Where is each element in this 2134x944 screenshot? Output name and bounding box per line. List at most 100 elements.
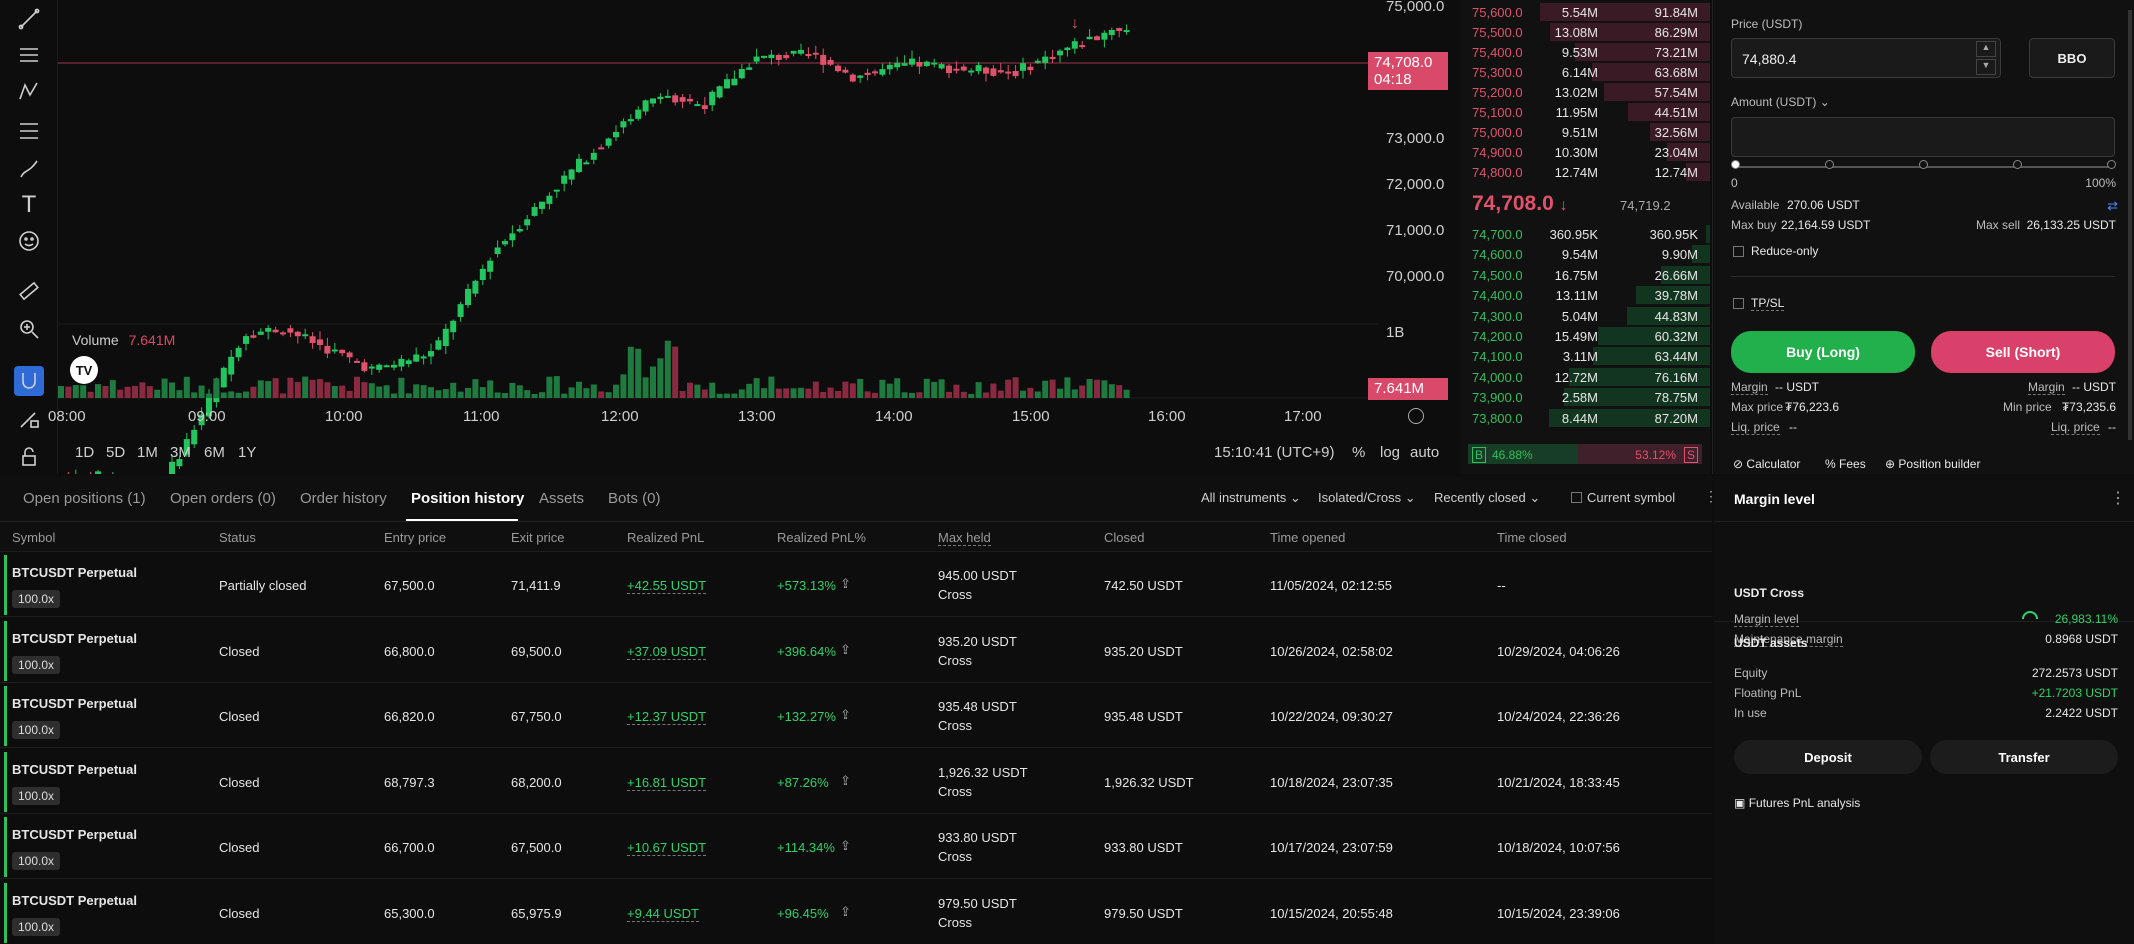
- bid-row[interactable]: 73,800.0 8.44M 87.20M: [1460, 408, 1710, 428]
- tab-open-positions[interactable]: Open positions (1): [23, 490, 146, 507]
- bid-row[interactable]: 74,500.0 16.75M 26.66M: [1460, 265, 1710, 285]
- position-builder-link[interactable]: ⊕ Position builder: [1885, 457, 1980, 471]
- chart-canvas[interactable]: ↓: [58, 0, 1448, 474]
- price-chart[interactable]: ↓ 75,000.0 73,000.0 72,000.0 71,000.0 70…: [48, 0, 1448, 474]
- share-icon[interactable]: ⇪: [840, 642, 851, 658]
- tab-position-history[interactable]: Position history: [411, 490, 524, 507]
- ask-row[interactable]: 75,100.0 11.95M 44.51M: [1460, 102, 1710, 122]
- log-scale-toggle[interactable]: log: [1380, 444, 1400, 461]
- bid-row[interactable]: 74,200.0 15.49M 60.32M: [1460, 326, 1710, 346]
- ask-row[interactable]: 75,600.0 5.54M 91.84M: [1460, 2, 1710, 22]
- auto-scale-toggle[interactable]: auto: [1410, 444, 1439, 461]
- instrument-filter[interactable]: All instruments ⌄: [1201, 490, 1301, 506]
- ruler-icon[interactable]: [14, 276, 44, 306]
- emoji-icon[interactable]: [14, 226, 44, 256]
- ask-row[interactable]: 75,300.0 6.14M 63.68M: [1460, 62, 1710, 82]
- form-scrollbar[interactable]: [2128, 10, 2132, 440]
- bid-row[interactable]: 74,400.0 13.11M 39.78M: [1460, 285, 1710, 305]
- share-icon[interactable]: ⇪: [840, 904, 851, 920]
- brush-icon[interactable]: [14, 154, 44, 184]
- tab-assets[interactable]: Assets: [539, 490, 584, 507]
- lock-draw-icon[interactable]: [14, 404, 44, 434]
- amount-label[interactable]: Amount (USDT) ⌄: [1731, 95, 1830, 109]
- text-icon[interactable]: T: [14, 190, 44, 220]
- timeframe-1d[interactable]: 1D: [75, 444, 94, 461]
- ask-row[interactable]: 75,200.0 13.02M 57.54M: [1460, 82, 1710, 102]
- bid-row[interactable]: 74,600.0 9.54M 9.90M: [1460, 244, 1710, 264]
- bid-row[interactable]: 74,000.0 12.72M 76.16M: [1460, 367, 1710, 387]
- horizontal-lines-icon[interactable]: [14, 40, 44, 70]
- symbol[interactable]: BTCUSDT Perpetual: [12, 893, 137, 908]
- symbol[interactable]: BTCUSDT Perpetual: [12, 631, 137, 646]
- fees-link[interactable]: % Fees: [1825, 457, 1866, 471]
- slider-step[interactable]: [1919, 160, 1928, 169]
- zoom-in-icon[interactable]: [14, 314, 44, 344]
- share-icon[interactable]: ⇪: [840, 707, 851, 723]
- more-icon[interactable]: ⋮: [2110, 488, 2126, 508]
- timeframe-1m[interactable]: 1M: [137, 444, 158, 461]
- time-filter[interactable]: Recently closed ⌄: [1434, 490, 1540, 506]
- timeframe-1y[interactable]: 1Y: [238, 444, 256, 461]
- ask-row[interactable]: 74,900.0 10.30M 23.04M: [1460, 142, 1710, 162]
- symbol[interactable]: BTCUSDT Perpetual: [12, 696, 137, 711]
- share-icon[interactable]: ⇪: [840, 838, 851, 854]
- symbol[interactable]: BTCUSDT Perpetual: [12, 762, 137, 777]
- timeframe-6m[interactable]: 6M: [204, 444, 225, 461]
- table-row[interactable]: BTCUSDT Perpetual 100.0x Closed 66,800.0…: [0, 617, 1712, 683]
- tpsl-checkbox[interactable]: [1733, 298, 1744, 309]
- slider-step[interactable]: [1731, 160, 1740, 169]
- tab-order-history[interactable]: Order history: [300, 490, 387, 507]
- slider-step[interactable]: [1825, 160, 1834, 169]
- futures-pnl-analysis-link[interactable]: ▣ Futures PnL analysis: [1734, 796, 1860, 810]
- ask-row[interactable]: 74,800.0 12.74M 12.74M: [1460, 162, 1710, 182]
- timeframe-3m[interactable]: 3M: [170, 444, 191, 461]
- bid-row[interactable]: 73,900.0 2.58M 78.75M: [1460, 387, 1710, 407]
- bbo-button[interactable]: BBO: [2029, 38, 2115, 78]
- symbol[interactable]: BTCUSDT Perpetual: [12, 565, 137, 580]
- buy-long-button[interactable]: Buy (Long): [1731, 331, 1915, 373]
- ask-row[interactable]: 75,500.0 13.08M 86.29M: [1460, 22, 1710, 42]
- slider-step[interactable]: [2107, 160, 2116, 169]
- magnet-icon[interactable]: [14, 366, 44, 396]
- trend-line-icon[interactable]: [14, 4, 44, 34]
- share-icon[interactable]: ⇪: [840, 576, 851, 592]
- tradingview-logo[interactable]: TV: [70, 356, 98, 384]
- ask-row[interactable]: 75,400.0 9.53M 73.21M: [1460, 42, 1710, 62]
- calculator-link[interactable]: ⊘ Calculator: [1733, 457, 1800, 471]
- tab-open-orders[interactable]: Open orders (0): [170, 490, 276, 507]
- sell-short-button[interactable]: Sell (Short): [1931, 331, 2115, 373]
- chart-clock[interactable]: 15:10:41 (UTC+9): [1214, 444, 1334, 461]
- price-up-icon[interactable]: ▲: [1976, 41, 1996, 57]
- price-input[interactable]: 74,880.4 ▲ ▼: [1731, 38, 2001, 78]
- percent-scale-toggle[interactable]: %: [1352, 444, 1365, 461]
- lock-icon[interactable]: [14, 442, 44, 472]
- slider-step[interactable]: [2013, 160, 2022, 169]
- chart-settings-icon[interactable]: [1408, 408, 1424, 424]
- transfer-swap-icon[interactable]: ⇄: [2107, 198, 2118, 214]
- liq-sell-value: --: [2108, 420, 2116, 434]
- current-symbol-checkbox[interactable]: [1571, 492, 1582, 503]
- tab-bots[interactable]: Bots (0): [608, 490, 661, 507]
- ask-row[interactable]: 75,000.0 9.51M 32.56M: [1460, 122, 1710, 142]
- share-icon[interactable]: ⇪: [840, 773, 851, 789]
- transfer-button[interactable]: Transfer: [1930, 740, 2118, 774]
- bid-row[interactable]: 74,700.0 360.95K 360.95K: [1460, 224, 1710, 244]
- reduce-only-checkbox[interactable]: [1733, 246, 1744, 257]
- pattern-icon[interactable]: [14, 76, 44, 106]
- price-down-icon[interactable]: ▼: [1976, 59, 1996, 75]
- amount-input[interactable]: [1731, 117, 2115, 157]
- table-row[interactable]: BTCUSDT Perpetual 100.0x Closed 65,300.0…: [0, 879, 1712, 944]
- timeframe-5d[interactable]: 5D: [106, 444, 125, 461]
- table-row[interactable]: BTCUSDT Perpetual 100.0x Closed 66,700.0…: [0, 814, 1712, 879]
- deposit-button[interactable]: Deposit: [1734, 740, 1922, 774]
- fib-icon[interactable]: [14, 116, 44, 146]
- symbol[interactable]: BTCUSDT Perpetual: [12, 827, 137, 842]
- table-row[interactable]: BTCUSDT Perpetual 100.0x Closed 68,797.3…: [0, 748, 1712, 814]
- table-row[interactable]: BTCUSDT Perpetual 100.0x Closed 66,820.0…: [0, 683, 1712, 748]
- margin-mode-filter[interactable]: Isolated/Cross ⌄: [1318, 490, 1416, 506]
- table-row[interactable]: BTCUSDT Perpetual 100.0x Partially close…: [0, 552, 1712, 617]
- bid-size: 5.04M: [1561, 308, 1598, 324]
- bid-row[interactable]: 74,300.0 5.04M 44.83M: [1460, 306, 1710, 326]
- candle-body: [1020, 63, 1026, 71]
- bid-row[interactable]: 74,100.0 3.11M 63.44M: [1460, 346, 1710, 366]
